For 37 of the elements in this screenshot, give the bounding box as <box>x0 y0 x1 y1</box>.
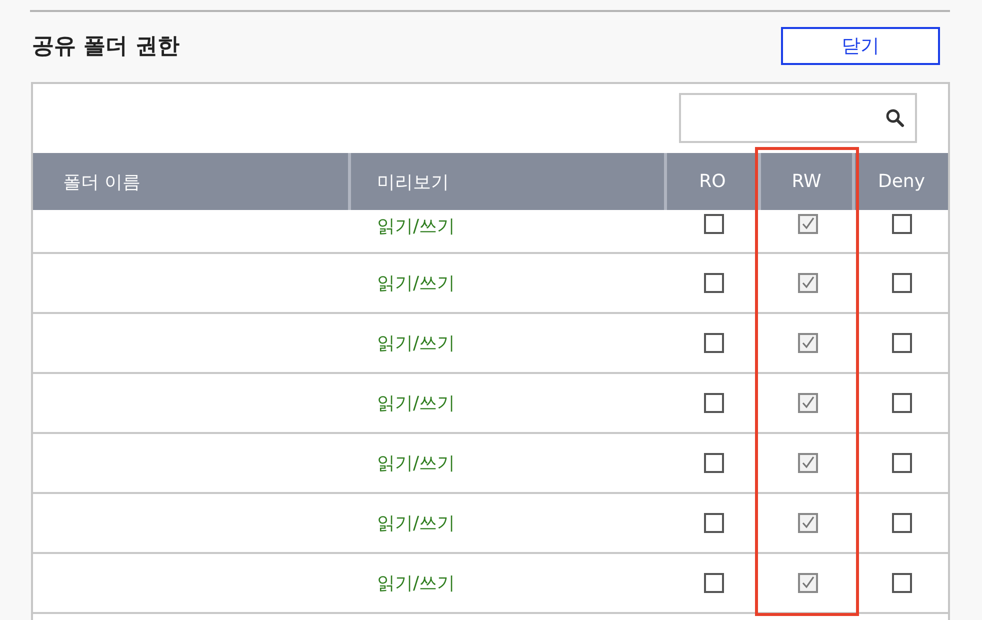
checkbox[interactable] <box>704 453 724 473</box>
column-header: RW <box>761 153 855 210</box>
checked-checkbox[interactable] <box>798 214 818 234</box>
close-button[interactable]: 닫기 <box>781 27 940 65</box>
column-header: Deny <box>877 170 926 194</box>
checked-checkbox[interactable] <box>798 453 818 473</box>
permission-text: 읽기/쓰기 <box>377 215 456 238</box>
checkbox[interactable] <box>704 513 724 533</box>
checkbox[interactable] <box>704 273 724 293</box>
permission-text: 읽기/쓰기 <box>377 572 456 595</box>
checkbox[interactable] <box>704 214 724 234</box>
permission-text: 읽기/쓰기 <box>377 332 456 355</box>
column-header: 미리보기 <box>351 153 667 210</box>
checked-checkbox[interactable] <box>798 573 818 593</box>
checkbox[interactable] <box>892 573 912 593</box>
checked-checkbox[interactable] <box>798 513 818 533</box>
dialog-title: 공유 폴더 권한 <box>32 33 180 61</box>
checkbox[interactable] <box>704 333 724 353</box>
checkbox[interactable] <box>892 513 912 533</box>
checked-checkbox[interactable] <box>798 393 818 413</box>
permission-text: 읽기/쓰기 <box>377 392 456 415</box>
permission-text: 읽기/쓰기 <box>377 452 456 475</box>
permission-text: 읽기/쓰기 <box>377 512 456 535</box>
checked-checkbox[interactable] <box>798 273 818 293</box>
permission-text: 읽기/쓰기 <box>377 272 456 295</box>
search-icon <box>885 108 905 128</box>
search-field[interactable] <box>679 93 917 143</box>
checkbox[interactable] <box>892 453 912 473</box>
column-header: 폴더 이름 <box>33 153 351 210</box>
column-header: RO <box>667 153 761 210</box>
checkbox[interactable] <box>892 214 912 234</box>
checkbox[interactable] <box>704 393 724 413</box>
checkbox[interactable] <box>704 573 724 593</box>
checkbox[interactable] <box>892 273 912 293</box>
checkbox[interactable] <box>892 333 912 353</box>
checkbox[interactable] <box>892 393 912 413</box>
checked-checkbox[interactable] <box>798 333 818 353</box>
